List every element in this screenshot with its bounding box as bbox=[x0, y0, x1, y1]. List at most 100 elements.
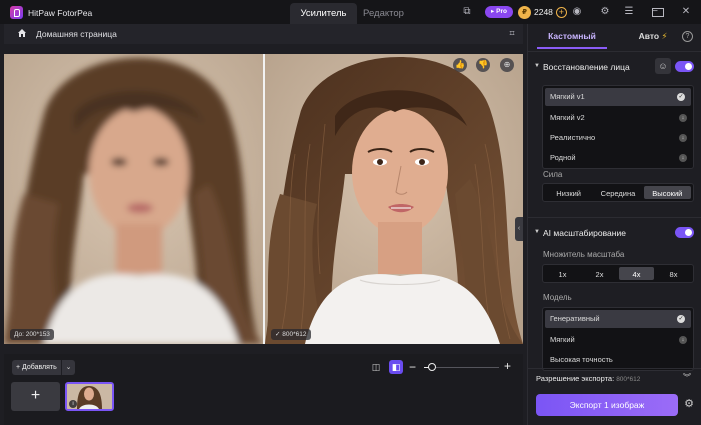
app-logo-icon bbox=[10, 6, 23, 19]
face-select-icon[interactable]: ☺ bbox=[655, 58, 671, 74]
download-icon[interactable]: ↓ bbox=[679, 134, 687, 142]
strength-low[interactable]: Низкий bbox=[545, 186, 592, 199]
download-icon[interactable]: ↓ bbox=[679, 114, 687, 122]
credits-counter[interactable]: ₽ 2248 + bbox=[517, 5, 571, 19]
face-section-caret-icon[interactable]: ▼ bbox=[534, 63, 540, 69]
side-by-side-view-icon[interactable]: ◧ bbox=[389, 360, 403, 374]
split-view-icon[interactable]: ◫ bbox=[369, 360, 383, 374]
title-bar: HitPaw FotorPea Усилитель Редактор ⧉ ▸ P… bbox=[0, 0, 701, 24]
strength-high[interactable]: Высокий bbox=[643, 186, 691, 199]
tab-editor[interactable]: Редактор bbox=[357, 3, 410, 24]
collapse-panel-icon[interactable]: ‹ bbox=[515, 217, 523, 241]
export-expand-chevron-icon[interactable]: ︾ bbox=[683, 372, 691, 383]
image-thumbnail[interactable]: i bbox=[65, 382, 114, 411]
like-icon[interactable]: 👍 bbox=[453, 58, 467, 72]
help-icon[interactable]: ? bbox=[682, 31, 693, 42]
close-icon[interactable]: ✕ bbox=[680, 6, 692, 18]
face-model-label: Мягкий v2 bbox=[550, 113, 585, 122]
coin-icon: ₽ bbox=[518, 5, 531, 19]
zoom-preview-icon[interactable]: ⊕ bbox=[500, 58, 514, 72]
zoom-in-icon[interactable]: + bbox=[504, 359, 511, 373]
scale-factor-selector: 1x 2x 4x 8x bbox=[542, 264, 694, 283]
download-icon[interactable]: ↓ bbox=[679, 336, 687, 344]
upscale-model-list: Генеративный ✓ Мягкий ↓ Высокая точность bbox=[542, 307, 694, 371]
zoom-out-icon[interactable]: − bbox=[409, 360, 416, 374]
breadcrumb: Домашняя страница ⌗ bbox=[4, 24, 523, 44]
upscale-model-label: Высокая точность bbox=[550, 355, 613, 364]
home-icon[interactable] bbox=[17, 28, 27, 38]
tab-auto[interactable]: Авто ⚡ bbox=[628, 24, 678, 49]
after-size-badge: ✓ 800*612 bbox=[271, 329, 311, 340]
tab-enhancer[interactable]: Усилитель bbox=[290, 3, 357, 24]
export-divider bbox=[528, 368, 701, 369]
export-button[interactable]: Экспорт 1 изображ bbox=[536, 394, 678, 416]
face-toggle[interactable] bbox=[675, 61, 694, 72]
face-section-title: Восстановление лица bbox=[543, 62, 630, 72]
credits-value: 2248 bbox=[534, 7, 553, 17]
add-button[interactable]: + Добавлять ⌄ bbox=[12, 360, 75, 375]
face-model-label: Реалистично bbox=[550, 133, 596, 142]
upscale-model-option[interactable]: Генеративный ✓ bbox=[545, 310, 691, 328]
face-model-label: Родной bbox=[550, 153, 576, 162]
strength-label: Сила bbox=[543, 170, 563, 179]
breadcrumb-home[interactable]: Домашняя страница bbox=[36, 29, 117, 39]
face-model-option[interactable]: Родной ↓ bbox=[543, 148, 693, 168]
maximize-box-icon[interactable] bbox=[652, 8, 664, 17]
before-image: До: 200*153 bbox=[4, 54, 263, 344]
upscale-model-option[interactable]: Высокая точность bbox=[543, 350, 693, 370]
export-resolution: Разрешение экспорта: 800*612 bbox=[536, 374, 640, 383]
tabs-divider bbox=[528, 51, 701, 52]
pro-badge[interactable]: ▸ Pro bbox=[485, 6, 513, 18]
face-section-header[interactable]: ▼ Восстановление лица ☺ bbox=[528, 58, 701, 76]
zoom-slider-handle[interactable] bbox=[428, 363, 436, 371]
check-icon: ✓ bbox=[677, 315, 685, 323]
tab-auto-label: Авто bbox=[638, 31, 660, 41]
upscale-model-option[interactable]: Мягкий ↓ bbox=[543, 330, 693, 350]
face-model-list: Мягкий v1 ✓ Мягкий v2 ↓ Реалистично ↓ Родно… bbox=[542, 85, 694, 169]
settings-panel: Кастомный Авто ⚡ ? ▼ Восстановление лица… bbox=[527, 24, 701, 425]
app-name: HitPaw FotorPea bbox=[28, 8, 93, 18]
scale-2x[interactable]: 2x bbox=[582, 267, 617, 280]
upscale-section-caret-icon[interactable]: ▼ bbox=[534, 229, 540, 235]
upscale-section-title: AI масштабирование bbox=[543, 228, 626, 238]
export-settings-gear-icon[interactable]: ⚙ bbox=[683, 398, 695, 410]
add-button-label: + Добавлять bbox=[16, 364, 57, 371]
compare-view[interactable]: До: 200*153 ✓ 800*612 👍 👎 ⊕ ‹ bbox=[4, 54, 523, 344]
before-size-badge: До: 200*153 bbox=[10, 329, 54, 340]
scale-factor-label: Множитель масштаба bbox=[543, 250, 625, 259]
export-resolution-value: 800*612 bbox=[616, 376, 641, 383]
strength-selector: Низкий Середина Высокий bbox=[542, 183, 694, 202]
batch-window-icon[interactable]: ⧉ bbox=[461, 6, 473, 18]
model-label: Модель bbox=[543, 293, 572, 302]
pro-badge-label: Pro bbox=[496, 8, 507, 15]
add-label-text: Добавлять bbox=[22, 364, 57, 371]
section-divider bbox=[528, 217, 701, 218]
upscale-section-header[interactable]: ▼ AI масштабирование bbox=[528, 224, 701, 242]
after-size-value: 800*612 bbox=[282, 331, 307, 338]
upscale-toggle[interactable] bbox=[675, 227, 694, 238]
upscale-model-label: Генеративный bbox=[550, 314, 600, 323]
upscale-model-label: Мягкий bbox=[550, 335, 575, 344]
add-image-tile[interactable]: + bbox=[11, 382, 60, 411]
settings-icon[interactable]: ⚙ bbox=[599, 6, 611, 18]
buy-credits-icon[interactable]: + bbox=[555, 6, 567, 18]
face-model-option[interactable]: Мягкий v2 ↓ bbox=[543, 108, 693, 128]
account-icon[interactable]: ◉ bbox=[571, 6, 583, 18]
crop-icon[interactable]: ⌗ bbox=[507, 28, 517, 38]
scale-8x[interactable]: 8x bbox=[656, 267, 691, 280]
scale-4x[interactable]: 4x bbox=[619, 267, 654, 280]
export-resolution-label: Разрешение экспорта: bbox=[536, 374, 615, 383]
add-dropdown-chevron-icon[interactable]: ⌄ bbox=[61, 360, 75, 375]
scale-1x[interactable]: 1x bbox=[545, 267, 580, 280]
face-model-option[interactable]: Мягкий v1 ✓ bbox=[545, 88, 691, 106]
menu-icon[interactable]: ☰ bbox=[623, 6, 635, 18]
strength-medium[interactable]: Середина bbox=[594, 186, 641, 199]
workspace: Домашняя страница ⌗ До: 200*153 ✓ 800*61… bbox=[0, 24, 527, 425]
download-icon[interactable]: ↓ bbox=[679, 154, 687, 162]
face-model-option[interactable]: Реалистично ↓ bbox=[543, 128, 693, 148]
dislike-icon[interactable]: 👎 bbox=[476, 58, 490, 72]
after-image: ✓ 800*612 👍 👎 ⊕ bbox=[265, 54, 523, 344]
bolt-icon: ⚡ bbox=[661, 31, 668, 41]
thumbnail-info-icon[interactable]: i bbox=[69, 400, 77, 408]
tab-custom[interactable]: Кастомный bbox=[537, 24, 607, 49]
